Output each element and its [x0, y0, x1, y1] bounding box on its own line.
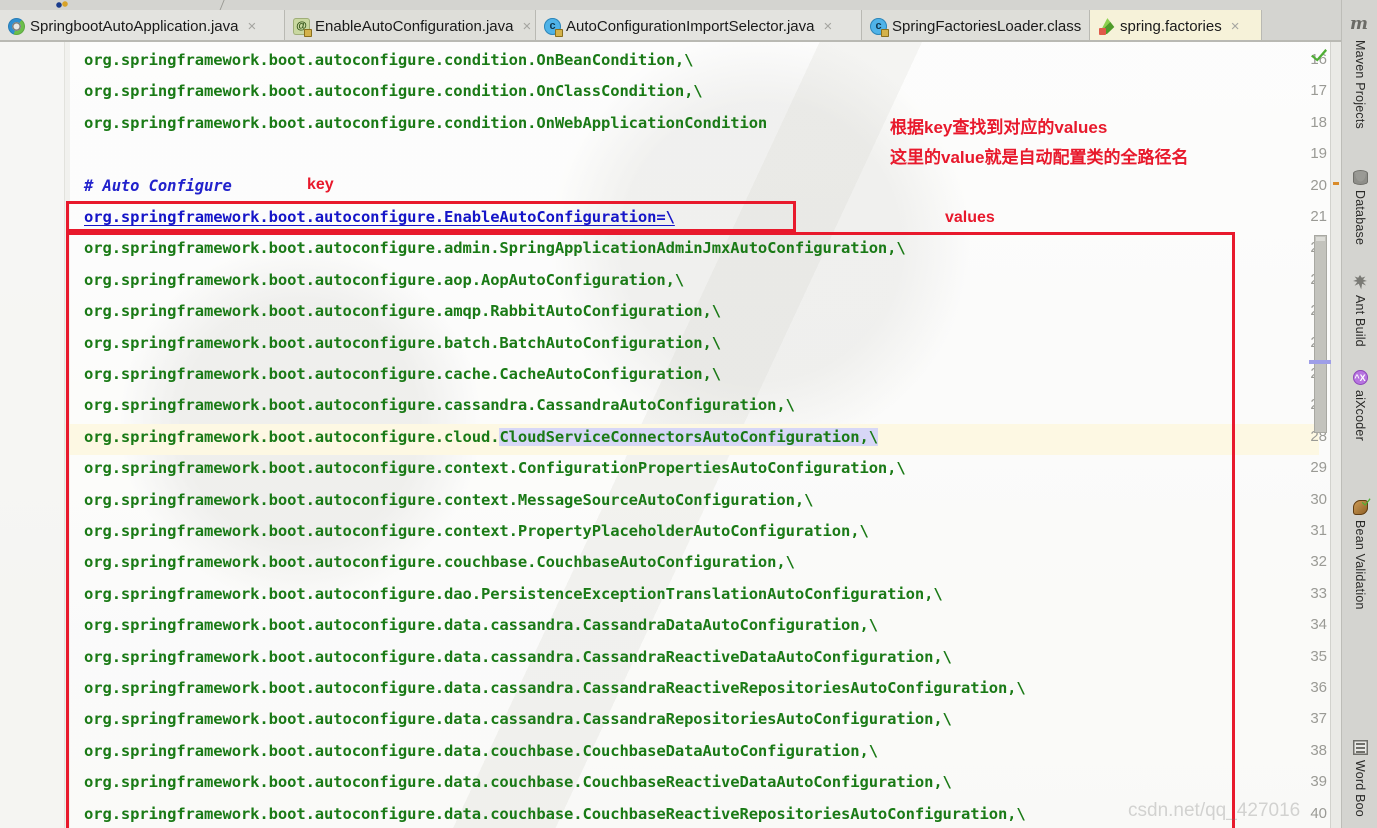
tab-close-icon[interactable]: ×: [1231, 19, 1240, 34]
editor-tab-label: SpringbootAutoApplication.java: [30, 17, 239, 35]
editor-tabs: SpringbootAutoApplication.java × @ EnableAu…: [0, 10, 1262, 44]
editor-tab-label: SpringFactoriesLoader.class: [892, 17, 1082, 35]
tool-window-label: Ant Build: [1353, 295, 1367, 347]
editor-tab-2[interactable]: @ EnableAutoConfiguration.java ×: [285, 10, 536, 42]
springboot-class-icon: [8, 17, 25, 35]
tab-close-icon[interactable]: ×: [823, 19, 832, 34]
annotation-icon: @: [293, 17, 312, 37]
code-line-18[interactable]: org.springframework.boot.autoconfigure.c…: [84, 115, 767, 132]
editor-tab-4[interactable]: cSpringFactoriesLoader.class×: [862, 10, 1099, 42]
tool-window-button-aixcoder[interactable]: ^X aiXcoder: [1342, 370, 1377, 441]
bean-validation-icon: [1352, 500, 1368, 515]
tool-window-button-bean-validation[interactable]: Bean Validation: [1342, 500, 1377, 610]
tab-close-icon[interactable]: ×: [247, 19, 256, 34]
ide-window: SpringbootAutoApplication.java × @ EnableAu…: [0, 0, 1377, 828]
spring-factories-icon: [1098, 18, 1115, 35]
lock-icon: [555, 28, 563, 37]
line-number-gutter[interactable]: [0, 42, 65, 828]
tool-window-button-ant-build[interactable]: Ant Build: [1342, 275, 1377, 347]
ant-icon: [1353, 275, 1367, 290]
annotation-values-label: values: [945, 209, 995, 226]
editor-tab-label: spring.factories: [1120, 17, 1222, 35]
tool-window-label: Maven Projects: [1353, 40, 1367, 129]
word-book-icon: [1352, 740, 1368, 755]
tool-window-label: Database: [1353, 190, 1367, 246]
lock-icon: [881, 28, 889, 37]
code-line-20[interactable]: # Auto Configure: [84, 178, 232, 195]
annotation-chinese-line2: 这里的value就是自动配置类的全路径名: [890, 148, 1189, 168]
tool-window-label: aiXcoder: [1353, 390, 1367, 441]
tool-window-button-maven-projects[interactable]: Maven Projects: [1342, 40, 1377, 129]
class-locked-icon: c: [870, 17, 889, 37]
values-highlight-box: [66, 232, 1235, 828]
bookmark-icon: [55, 0, 69, 8]
editor-tab-label: AutoConfigurationImportSelector.java: [566, 17, 815, 35]
top-strip-divider: [219, 0, 226, 10]
lock-icon: [304, 28, 312, 37]
editor-tab-label: EnableAutoConfiguration.java: [315, 17, 514, 35]
scrollbar-warning-marker: [1333, 182, 1339, 185]
aixcoder-icon: ^X: [1352, 370, 1368, 385]
editor-tab-5[interactable]: spring.factories ×: [1090, 10, 1262, 44]
editor-tab-bar: SpringbootAutoApplication.java × @ EnableAu…: [0, 10, 1341, 44]
editor-tab-3[interactable]: c AutoConfigurationImportSelector.java ×: [536, 10, 862, 42]
class-icon: c: [544, 17, 563, 37]
annotation-chinese-line1: 根据key查找到对应的values: [890, 117, 1108, 137]
vertical-scrollbar-thumb[interactable]: [1314, 235, 1327, 433]
key-highlight-box: [66, 201, 796, 232]
database-icon: [1352, 170, 1368, 185]
vertical-scrollbar-track[interactable]: [1313, 42, 1327, 828]
editor-tab-1[interactable]: SpringbootAutoApplication.java ×: [0, 10, 285, 42]
right-tool-sidebar: m Maven Projects Database Ant Build ^X aiXco…: [1341, 0, 1377, 828]
tool-window-label: Word Boo: [1353, 760, 1367, 817]
tool-window-button-word-boo[interactable]: Word Boo: [1342, 740, 1377, 817]
editor-right-gap: [1330, 42, 1341, 828]
code-line-16[interactable]: org.springframework.boot.autoconfigure.c…: [84, 52, 693, 69]
scrollbar-selection-marker: [1309, 360, 1331, 364]
code-line-17[interactable]: org.springframework.boot.autoconfigure.c…: [84, 84, 703, 100]
tab-close-icon[interactable]: ×: [522, 19, 531, 34]
watermark-text: csdn.net/qq_427016: [1128, 800, 1301, 821]
maven-logo-icon: m: [1350, 14, 1368, 34]
properties-badge-icon: [1099, 27, 1106, 35]
tool-window-label: Bean Validation: [1353, 520, 1367, 610]
annotation-key-label: key: [307, 175, 334, 193]
editor-area[interactable]: 1617181920212223242526272829303132333435…: [0, 42, 1341, 828]
tool-window-button-database[interactable]: Database: [1342, 170, 1377, 245]
